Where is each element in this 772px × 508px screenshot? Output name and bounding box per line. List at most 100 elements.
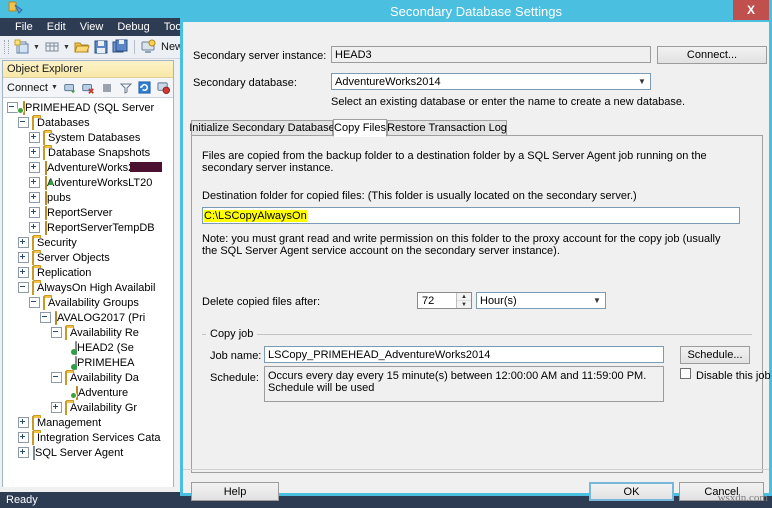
tree-item[interactable]: Security [3, 235, 173, 250]
tree-item[interactable]: Databases [3, 115, 173, 130]
close-icon[interactable]: X [733, 0, 769, 20]
tree-item[interactable]: Integration Services Cata [3, 430, 173, 445]
stop-icon[interactable] [98, 79, 116, 97]
dialog-title: Secondary Database Settings [390, 3, 562, 19]
tree-item-label: System Databases [48, 131, 141, 144]
connect-icon[interactable] [61, 79, 79, 97]
sync-icon[interactable] [154, 79, 172, 97]
destination-folder-input[interactable]: C:\LSCopyAlwaysOn [202, 207, 740, 224]
tree-toggle-expand[interactable] [18, 447, 29, 458]
tree-item[interactable]: Availability Da [3, 370, 173, 385]
disable-this-job-checkbox[interactable] [680, 368, 691, 379]
disconnect-icon[interactable] [80, 79, 98, 97]
oe-connect-label[interactable]: Connect [7, 82, 48, 94]
tree-item[interactable]: AdventureWorksLT20 [3, 175, 173, 190]
save-icon[interactable] [92, 38, 110, 56]
tree-item[interactable]: Adventure [3, 385, 173, 400]
secondary-database-combo[interactable]: AdventureWorks2014 ▼ [331, 73, 651, 90]
toolbar-separator [134, 40, 135, 54]
stepper-down-icon[interactable]: ▼ [457, 301, 471, 308]
menu-debug[interactable]: Debug [110, 18, 156, 36]
filter-icon[interactable] [117, 79, 135, 97]
tree-item[interactable]: Database Snapshots [3, 145, 173, 160]
job-name-input[interactable]: LSCopy_PRIMEHEAD_AdventureWorks2014 [264, 346, 664, 363]
tree-item[interactable]: ReportServer [3, 205, 173, 220]
stepper-buttons[interactable]: ▲ ▼ [456, 293, 471, 308]
tree-item[interactable]: Availability Groups [3, 295, 173, 310]
connect-button[interactable]: Connect... [657, 46, 767, 64]
tree-toggle-expand[interactable] [29, 207, 40, 218]
toolbar-grip[interactable] [4, 40, 9, 54]
object-explorer-tree[interactable]: PRIMEHEAD (SQL Server Databases System Dat… [3, 98, 173, 487]
ssms-app-icon [8, 1, 23, 14]
tree-toggle-expand[interactable] [29, 222, 40, 233]
tree-toggle-collapse[interactable] [51, 327, 62, 338]
new-connection-icon[interactable] [139, 38, 157, 56]
tree-item[interactable]: AVALOG2017 (Pri [3, 310, 173, 325]
tree-toggle-expand[interactable] [29, 162, 40, 173]
ok-button[interactable]: OK [589, 482, 674, 501]
database-icon [43, 160, 47, 175]
chevron-down-icon[interactable]: ▼ [634, 74, 650, 89]
tree-item[interactable]: PRIMEHEAD (SQL Server [3, 100, 173, 115]
secondary-server-instance-field[interactable]: HEAD3 [331, 46, 651, 63]
open-file-icon[interactable] [73, 38, 91, 56]
status-text: Ready [6, 494, 38, 506]
tree-toggle-collapse[interactable] [18, 117, 29, 128]
tree-toggle-expand[interactable] [18, 267, 29, 278]
new-item-dropdown-icon[interactable]: ▼ [62, 38, 71, 56]
oe-connect-dropdown-icon[interactable]: ▼ [50, 79, 59, 97]
new-query-icon[interactable] [13, 38, 31, 56]
tab-restore-transaction-log[interactable]: Restore Transaction Log [387, 120, 507, 136]
tree-toggle-expand[interactable] [18, 432, 29, 443]
permission-note: Note: you must grant read and write perm… [202, 233, 721, 257]
tree-item[interactable]: System Databases [3, 130, 173, 145]
delete-after-value[interactable]: 72 [418, 295, 456, 307]
tree-item[interactable]: HEAD2 (Se [3, 340, 173, 355]
refresh-icon[interactable] [136, 79, 154, 97]
tree-item-label: Integration Services Cata [37, 431, 161, 444]
tree-item[interactable]: ReportServerTempDB [3, 220, 173, 235]
tree-toggle-expand[interactable] [29, 192, 40, 203]
schedule-button[interactable]: Schedule... [680, 346, 750, 364]
new-query-dropdown-icon[interactable]: ▼ [32, 38, 41, 56]
tree-item[interactable]: Availability Re [3, 325, 173, 340]
delete-after-stepper[interactable]: 72 ▲ ▼ [417, 292, 472, 309]
tree-toggle-expand[interactable] [29, 177, 40, 188]
stepper-up-icon[interactable]: ▲ [457, 293, 471, 301]
tree-toggle-expand[interactable] [18, 252, 29, 263]
menu-view[interactable]: View [73, 18, 111, 36]
tree-toggle-collapse[interactable] [29, 297, 40, 308]
tree-item[interactable]: pubs [3, 190, 173, 205]
tree-item[interactable]: Management [3, 415, 173, 430]
tree-toggle-collapse[interactable] [18, 282, 29, 293]
secondary-database-value: AdventureWorks2014 [335, 75, 441, 88]
tree-toggle-expand[interactable] [29, 147, 40, 158]
tree-item[interactable]: AlwaysOn High Availabil [3, 280, 173, 295]
tree-item[interactable]: Server Objects [3, 250, 173, 265]
tree-toggle-expand[interactable] [51, 402, 62, 413]
tree-toggle-expand[interactable] [29, 132, 40, 143]
schedule-label: Schedule: [210, 372, 259, 384]
new-item-icon[interactable] [43, 38, 61, 56]
tree-toggle-collapse[interactable] [40, 312, 51, 323]
tree-item-label: Availability Gr [70, 401, 138, 414]
save-all-icon[interactable] [111, 38, 129, 56]
tree-item[interactable]: Availability Gr [3, 400, 173, 415]
dialog-body: Secondary server instance: HEAD3 Connect… [183, 22, 771, 501]
tree-item[interactable]: SQL Server Agent [3, 445, 173, 460]
tree-item-label: AVALOG2017 (Pri [57, 311, 146, 324]
tree-item[interactable]: Replication [3, 265, 173, 280]
tab-copy-files[interactable]: Copy Files [333, 119, 387, 137]
delete-after-unit-combo[interactable]: Hour(s) ▼ [476, 292, 606, 309]
tree-toggle-collapse[interactable] [51, 372, 62, 383]
tree-toggle-expand[interactable] [18, 237, 29, 248]
help-button[interactable]: Help [191, 482, 279, 501]
tab-initialize-secondary-database[interactable]: Initialize Secondary Database [189, 120, 335, 136]
chevron-down-icon[interactable]: ▼ [589, 293, 605, 308]
menu-edit[interactable]: Edit [40, 18, 73, 36]
tree-item[interactable]: PRIMEHEA [3, 355, 173, 370]
secondary-database-label: Secondary database: [193, 77, 297, 89]
menu-file[interactable]: File [8, 18, 40, 36]
tree-toggle-expand[interactable] [18, 417, 29, 428]
